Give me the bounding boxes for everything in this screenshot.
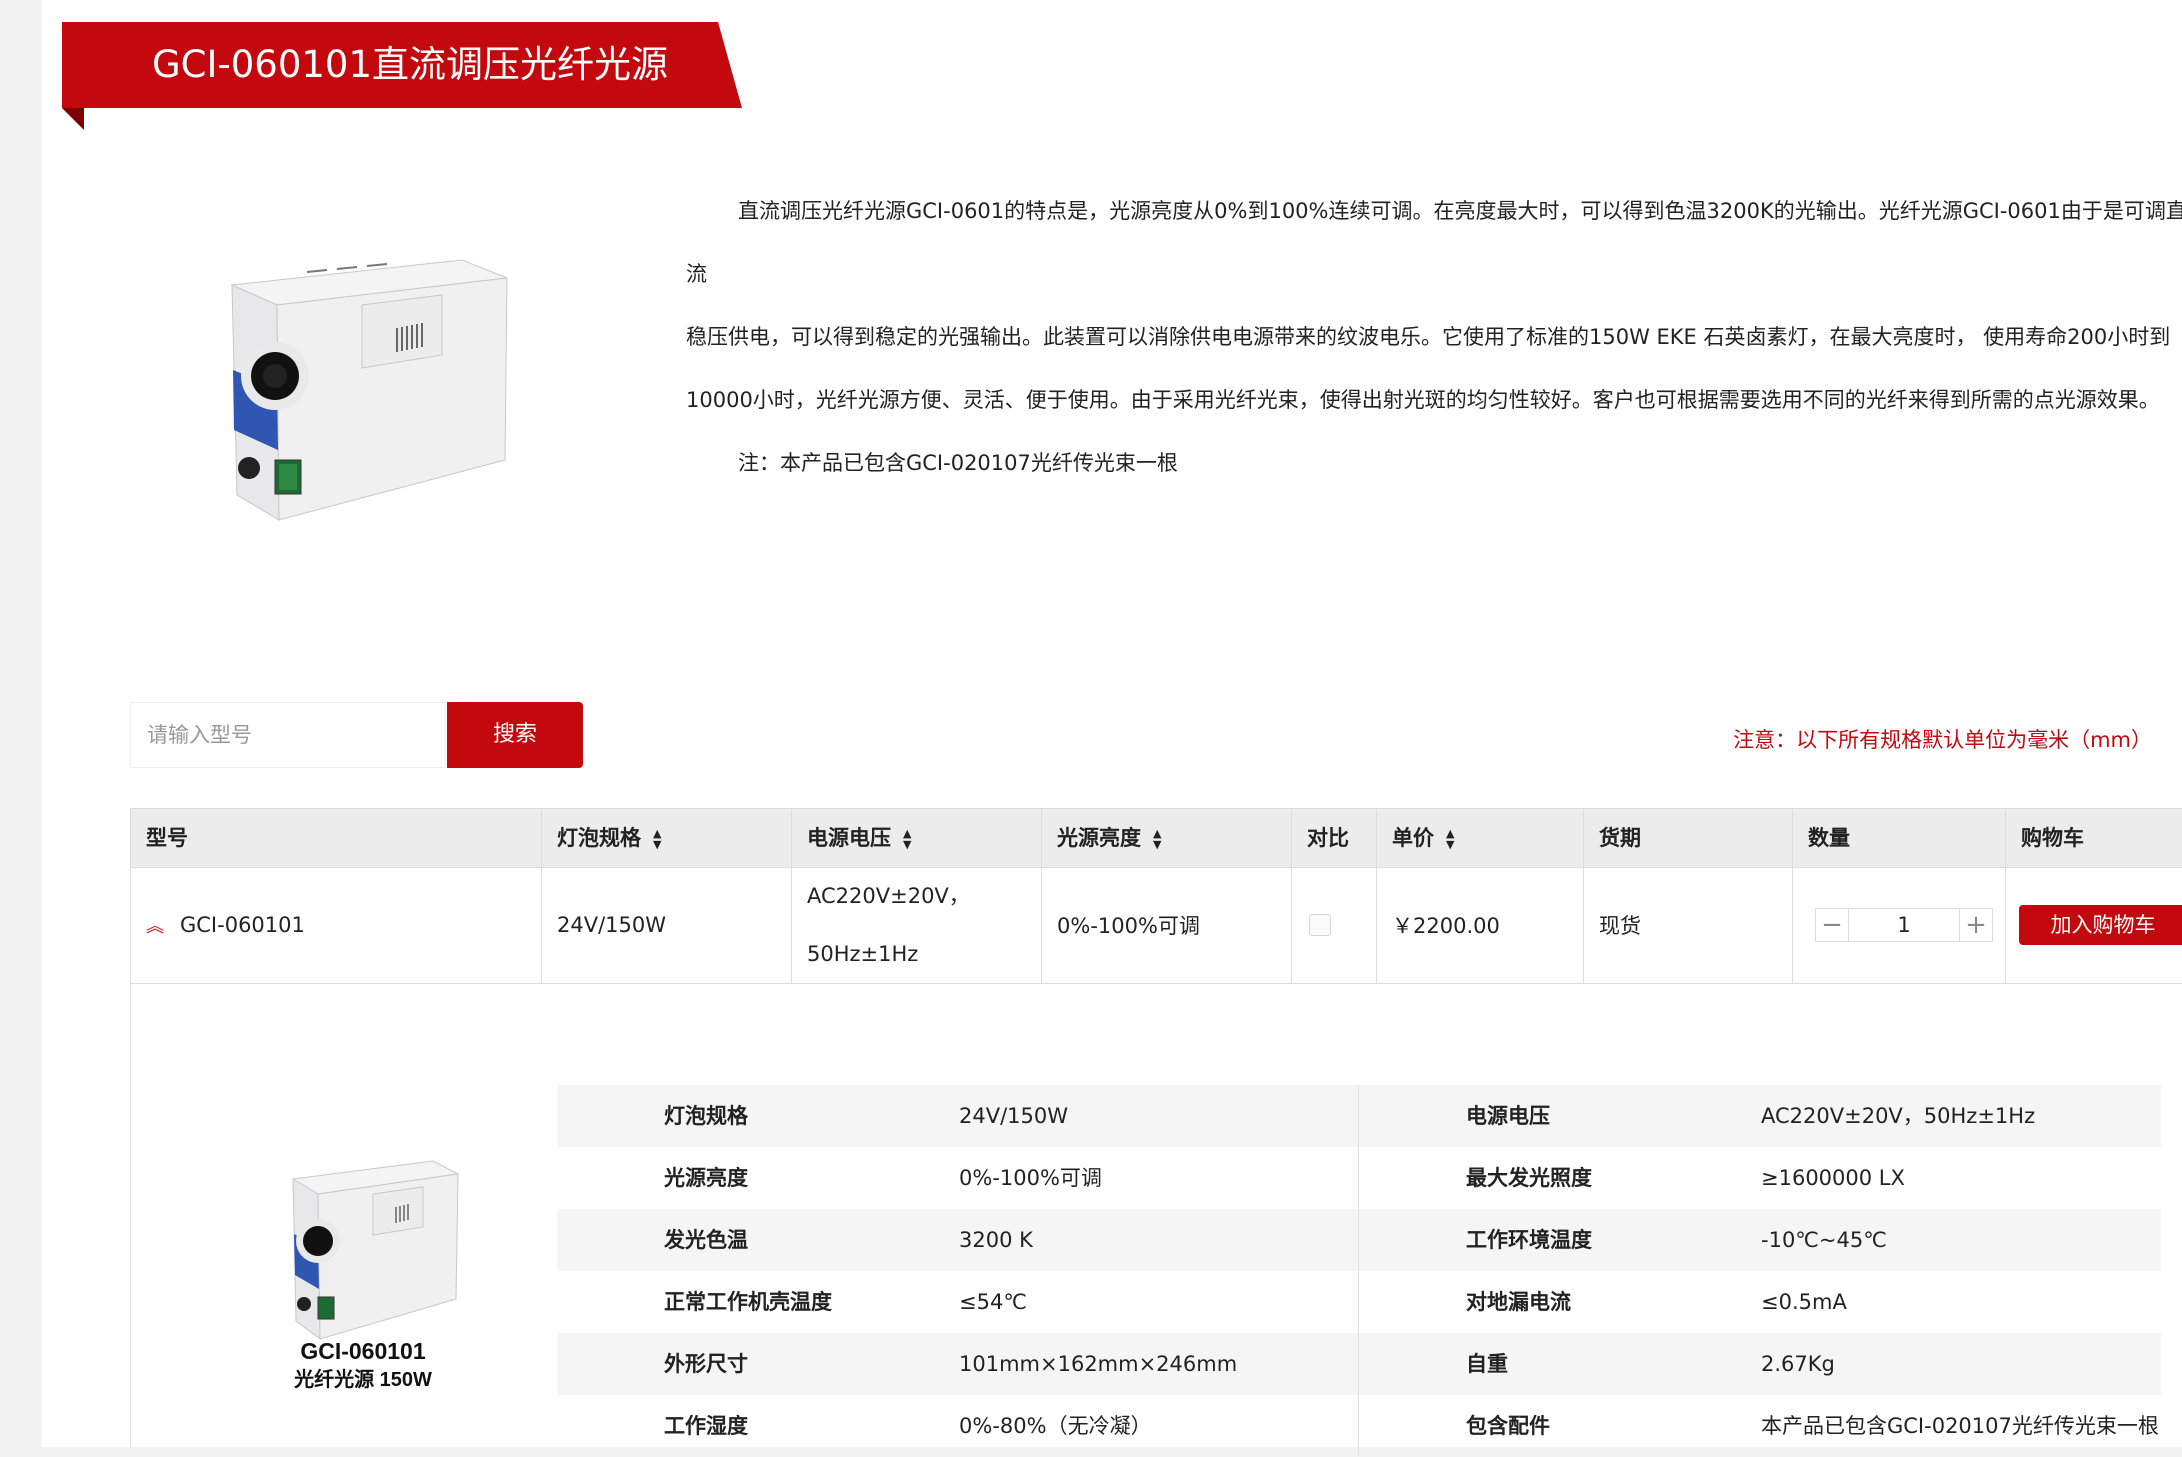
description-line: 10000小时，光纤光源方便、灵活、便于使用。由于采用光纤光束，使得出射光斑的均…	[686, 388, 2160, 412]
spec-value: 0%-100%可调	[959, 1166, 1102, 1190]
spec-value: -10℃~45℃	[1761, 1228, 1887, 1252]
cell-delivery: 现货	[1584, 867, 1793, 983]
spec-value: AC220V±20V，50Hz±1Hz	[1761, 1104, 2036, 1128]
model-search-input[interactable]: 请输入型号	[130, 702, 446, 768]
spec-row: 正常工作机壳温度 ≤54℃ 对地漏电流 ≤0.5mA	[557, 1271, 2161, 1333]
search-button[interactable]: 搜索	[447, 702, 583, 768]
header-brightness-label: 光源亮度	[1057, 826, 1141, 850]
header-bulb[interactable]: 灯泡规格 ▲ ▼	[542, 809, 792, 867]
price-value: ￥2200.00	[1392, 914, 1500, 938]
header-voltage-label: 电源电压	[807, 826, 891, 850]
table-row: ︽ GCI-060101 24V/150W AC220V±20V， 50Hz±1…	[131, 867, 2182, 984]
sort-up-down-icon[interactable]: ▲ ▼	[1446, 828, 1454, 850]
spec-value: 本产品已包含GCI-020107光纤传光束一根	[1761, 1414, 2159, 1438]
header-quantity-label: 数量	[1808, 826, 1850, 850]
page-title: GCI-060101直流调压光纤光源	[152, 43, 669, 86]
spec-label: 外形尺寸	[664, 1352, 748, 1376]
spec-value: 3200 K	[959, 1228, 1033, 1252]
header-compare: 对比	[1292, 809, 1377, 867]
cell-bulb: 24V/150W	[542, 867, 792, 983]
quantity-stepper: − 1 +	[1815, 908, 1993, 942]
spec-row: 工作湿度 0%-80%（无冷凝） 包含配件 本产品已包含GCI-020107光纤…	[557, 1395, 2161, 1457]
spec-value: ≤0.5mA	[1761, 1290, 1847, 1314]
quantity-input[interactable]: 1	[1849, 908, 1959, 942]
header-quantity: 数量	[1793, 809, 2006, 867]
brightness-value: 0%-100%可调	[1057, 914, 1200, 938]
cell-model: ︽ GCI-060101	[131, 867, 542, 983]
sort-up-down-icon[interactable]: ▲ ▼	[1153, 828, 1161, 850]
unit-notice: 注意：以下所有规格默认单位为毫米（mm）	[1733, 728, 2152, 752]
header-brightness[interactable]: 光源亮度 ▲ ▼	[1042, 809, 1292, 867]
table-header: 型号 灯泡规格 ▲ ▼ 电源电压 ▲ ▼ 光源亮度 ▲ ▼ 对比 单价 ▲ ▼ 货期 数量 购物…	[131, 809, 2182, 868]
description-note: 注：本产品已包含GCI-020107光纤传光束一根	[738, 451, 1178, 475]
header-price-label: 单价	[1392, 826, 1434, 850]
header-compare-label: 对比	[1307, 826, 1349, 850]
caption-model: GCI-060101	[300, 1338, 426, 1364]
spec-value: ≤54℃	[959, 1290, 1027, 1314]
spec-label: 对地漏电流	[1466, 1290, 1571, 1314]
cell-compare	[1292, 867, 1377, 983]
cell-voltage: AC220V±20V， 50Hz±1Hz	[792, 867, 1042, 983]
cell-cart: 加入购物车	[2006, 867, 2182, 983]
quantity-minus-button[interactable]: −	[1815, 908, 1849, 942]
spec-label: 正常工作机壳温度	[664, 1290, 832, 1314]
spec-label: 发光色温	[664, 1228, 748, 1252]
spec-label: 包含配件	[1466, 1414, 1550, 1438]
header-delivery-label: 货期	[1599, 826, 1641, 850]
sort-up-down-icon[interactable]: ▲ ▼	[653, 828, 661, 850]
model-value: GCI-060101	[180, 913, 305, 937]
header-model: 型号	[131, 809, 542, 867]
title-banner-fold	[62, 108, 84, 130]
spec-label: 工作湿度	[664, 1414, 748, 1438]
detail-product-image	[291, 1160, 460, 1341]
header-price[interactable]: 单价 ▲ ▼	[1377, 809, 1584, 867]
cell-price: ￥2200.00	[1377, 867, 1584, 983]
description-line: 直流调压光纤光源GCI-0601的特点是，光源亮度从0%到100%连续可调。在亮…	[686, 199, 2182, 286]
page: GCI-060101直流调压光纤光源 直流调压光纤光源GCI-0601的特点是，…	[42, 0, 2182, 1455]
description-line: 稳压供电，可以得到稳定的光强输出。此装置可以消除供电电源带来的纹波电乐。它使用了…	[686, 325, 2171, 349]
delivery-value: 现货	[1599, 914, 1641, 938]
cell-quantity: − 1 +	[1793, 867, 2006, 983]
spec-value: 24V/150W	[959, 1104, 1069, 1128]
header-cart-label: 购物车	[2021, 826, 2084, 850]
header-bulb-label: 灯泡规格	[557, 826, 641, 850]
product-description: 直流调压光纤光源GCI-0601的特点是，光源亮度从0%到100%连续可调。在亮…	[686, 180, 2182, 495]
header-delivery: 货期	[1584, 809, 1793, 867]
add-to-cart-button[interactable]: 加入购物车	[2019, 905, 2182, 945]
spec-value: ≥1600000 LX	[1761, 1166, 1905, 1190]
product-table: 型号 灯泡规格 ▲ ▼ 电源电压 ▲ ▼ 光源亮度 ▲ ▼ 对比 单价 ▲ ▼ 货期 数量 购物…	[130, 808, 2182, 1455]
spec-column-divider	[1358, 1085, 1359, 1455]
product-image	[230, 259, 508, 521]
spec-label: 电源电压	[1466, 1104, 1550, 1128]
header-voltage[interactable]: 电源电压 ▲ ▼	[792, 809, 1042, 867]
spec-value: 0%-80%（无冷凝）	[959, 1414, 1152, 1438]
spec-row: 灯泡规格 24V/150W 电源电压 AC220V±20V，50Hz±1Hz	[557, 1085, 2161, 1147]
spec-label: 工作环境温度	[1466, 1228, 1592, 1252]
caption-description: 光纤光源 150W	[294, 1369, 432, 1391]
spec-row: 外形尺寸 101mm×162mm×246mm 自重 2.67Kg	[557, 1333, 2161, 1395]
header-model-label: 型号	[146, 826, 188, 850]
compare-checkbox[interactable]	[1309, 914, 1331, 936]
cell-brightness: 0%-100%可调	[1042, 867, 1292, 983]
spec-label: 最大发光照度	[1466, 1166, 1592, 1190]
double-chevron-up-icon[interactable]: ︽	[146, 912, 164, 938]
quantity-plus-button[interactable]: +	[1959, 908, 1993, 942]
header-cart: 购物车	[2006, 809, 2182, 867]
spec-value: 2.67Kg	[1761, 1352, 1835, 1376]
voltage-line-2: 50Hz±1Hz	[807, 942, 919, 966]
spec-label: 自重	[1466, 1352, 1508, 1376]
voltage-line-1: AC220V±20V，	[807, 884, 970, 908]
spec-value: 101mm×162mm×246mm	[959, 1352, 1238, 1376]
detail-caption: GCI-060101 光纤光源 150W	[238, 1337, 488, 1394]
spec-label: 光源亮度	[664, 1166, 748, 1190]
sort-up-down-icon[interactable]: ▲ ▼	[903, 828, 911, 850]
spec-row: 光源亮度 0%-100%可调 最大发光照度 ≥1600000 LX	[557, 1147, 2161, 1209]
spec-label: 灯泡规格	[664, 1104, 748, 1128]
bulb-value: 24V/150W	[557, 913, 667, 937]
spec-row: 发光色温 3200 K 工作环境温度 -10℃~45℃	[557, 1209, 2161, 1271]
